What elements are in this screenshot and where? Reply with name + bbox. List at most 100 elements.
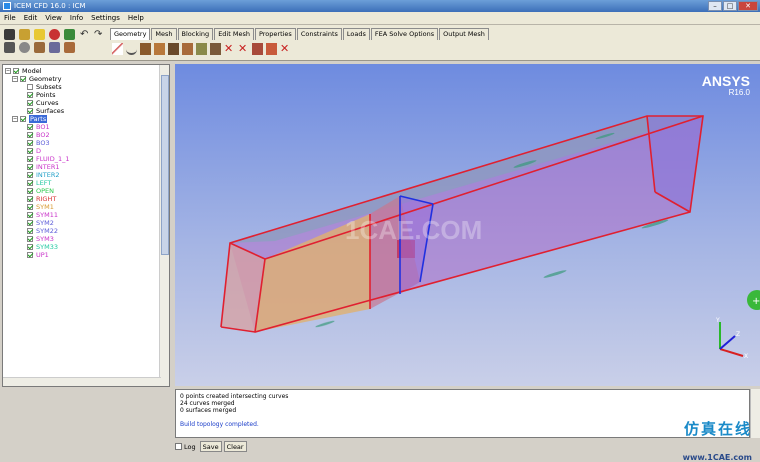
solid-icon[interactable] xyxy=(64,42,75,53)
tree-item-surfaces[interactable]: Surfaces xyxy=(5,107,157,115)
checkbox-icon[interactable] xyxy=(27,92,33,98)
tab-edit-mesh[interactable]: Edit Mesh xyxy=(214,28,254,40)
menu-file[interactable]: File xyxy=(4,14,16,22)
tree-item-part[interactable]: RIGHT xyxy=(5,195,157,203)
checkbox-icon[interactable] xyxy=(27,212,33,218)
tree-item-points[interactable]: Points xyxy=(5,91,157,99)
collapse-icon[interactable]: − xyxy=(5,68,11,74)
tree-item-part[interactable]: SYM11 xyxy=(5,211,157,219)
tree-item-part[interactable]: OPEN xyxy=(5,187,157,195)
menu-info[interactable]: Info xyxy=(70,14,83,22)
tab-blocking[interactable]: Blocking xyxy=(177,28,214,40)
tree-item-part[interactable]: SYM1 xyxy=(5,203,157,211)
tree-horizontal-scrollbar[interactable] xyxy=(3,377,161,386)
tree-item-geometry[interactable]: − Geometry xyxy=(5,75,157,83)
tree-item-part[interactable]: SYM3 xyxy=(5,235,157,243)
tree-vertical-scrollbar[interactable] xyxy=(159,65,169,386)
tree-item-part[interactable]: D xyxy=(5,147,157,155)
measure-icon[interactable] xyxy=(34,42,45,53)
restore-icon[interactable] xyxy=(210,43,221,55)
checkbox-icon[interactable] xyxy=(27,156,33,162)
checkbox-icon[interactable] xyxy=(27,196,33,202)
repair-geometry-icon[interactable] xyxy=(182,43,193,55)
tree-item-parts[interactable]: − Parts xyxy=(5,115,157,123)
tree-item-part[interactable]: INTER1 xyxy=(5,163,157,171)
tree-item-curves[interactable]: Curves xyxy=(5,99,157,107)
create-body-icon[interactable] xyxy=(154,43,165,55)
scroll-thumb[interactable] xyxy=(161,75,169,255)
create-point-icon[interactable] xyxy=(112,43,123,55)
checkbox-icon[interactable] xyxy=(27,164,33,170)
clear-button[interactable]: Clear xyxy=(223,441,247,452)
record-icon[interactable] xyxy=(49,29,60,40)
save-icon[interactable] xyxy=(19,29,30,40)
tree-item-part[interactable]: UP1 xyxy=(5,251,157,259)
tab-geometry[interactable]: Geometry xyxy=(110,28,151,40)
tree-item-part[interactable]: LEFT xyxy=(5,179,157,187)
checkbox-icon[interactable] xyxy=(27,236,33,242)
menu-help[interactable]: Help xyxy=(128,14,144,22)
checkbox-icon[interactable] xyxy=(13,68,19,74)
delete-body-icon[interactable] xyxy=(266,43,277,55)
tree-item-part[interactable]: BO1 xyxy=(5,123,157,131)
tab-output-mesh[interactable]: Output Mesh xyxy=(439,28,489,40)
zoom-icon[interactable] xyxy=(19,42,30,53)
tree-item-part[interactable]: SYM22 xyxy=(5,227,157,235)
checkbox-icon[interactable] xyxy=(20,116,26,122)
fit-icon[interactable] xyxy=(4,42,15,53)
tab-fea-solve-options[interactable]: FEA Solve Options xyxy=(370,28,439,40)
delete-surface-icon[interactable] xyxy=(252,43,263,55)
checkbox-icon[interactable] xyxy=(27,124,33,130)
checkbox-icon[interactable] xyxy=(27,84,33,90)
create-surface-icon[interactable] xyxy=(140,43,151,55)
tab-constraints[interactable]: Constraints xyxy=(296,28,342,40)
checkbox-icon[interactable] xyxy=(27,108,33,114)
checkbox-icon[interactable] xyxy=(27,148,33,154)
tree-item-part[interactable]: BO2 xyxy=(5,131,157,139)
tree-item-subsets[interactable]: Subsets xyxy=(5,83,157,91)
redo-icon[interactable]: ↷ xyxy=(94,29,102,40)
create-curve-icon[interactable] xyxy=(126,43,137,55)
undo-icon[interactable]: ↶ xyxy=(80,29,88,40)
checkbox-icon[interactable] xyxy=(27,220,33,226)
surface-mesh-icon[interactable] xyxy=(168,43,179,55)
checkbox-icon[interactable] xyxy=(27,204,33,210)
tree-item-part[interactable]: BO3 xyxy=(5,139,157,147)
checkbox-icon[interactable] xyxy=(20,76,26,82)
open-icon[interactable] xyxy=(4,29,15,40)
tree-item-part[interactable]: SYM33 xyxy=(5,243,157,251)
3d-viewport[interactable]: Y X Z + 1CAE.COM ANSYS R16.0 xyxy=(175,64,760,386)
tab-loads[interactable]: Loads xyxy=(342,28,370,40)
menu-view[interactable]: View xyxy=(45,14,62,22)
checkbox-icon[interactable] xyxy=(27,188,33,194)
transform-icon[interactable] xyxy=(196,43,207,55)
delete-any-icon[interactable]: ✕ xyxy=(280,43,291,55)
checkbox-icon[interactable] xyxy=(27,180,33,186)
menu-edit[interactable]: Edit xyxy=(24,14,38,22)
tree-item-part[interactable]: SYM2 xyxy=(5,219,157,227)
geometry-view[interactable]: Y X Z + 1CAE.COM xyxy=(175,64,760,386)
log-checkbox[interactable] xyxy=(175,443,182,450)
close-button[interactable]: ✕ xyxy=(738,1,758,11)
collapse-icon[interactable]: − xyxy=(12,76,18,82)
wireframe-icon[interactable] xyxy=(49,42,60,53)
maximize-button[interactable]: □ xyxy=(723,1,737,11)
delete-point-icon[interactable]: ✕ xyxy=(224,43,235,55)
collapse-icon[interactable]: − xyxy=(12,116,18,122)
checkbox-icon[interactable] xyxy=(27,252,33,258)
lightning-icon[interactable] xyxy=(34,29,45,40)
checkbox-icon[interactable] xyxy=(27,172,33,178)
tab-mesh[interactable]: Mesh xyxy=(151,28,177,40)
checkbox-icon[interactable] xyxy=(27,228,33,234)
delete-curve-icon[interactable]: ✕ xyxy=(238,43,249,55)
save-button[interactable]: Save xyxy=(199,441,222,452)
checkbox-icon[interactable] xyxy=(27,100,33,106)
minimize-button[interactable]: – xyxy=(708,1,722,11)
display-icon[interactable] xyxy=(64,29,75,40)
checkbox-icon[interactable] xyxy=(27,244,33,250)
tree-item-part[interactable]: FLUID_1_1 xyxy=(5,155,157,163)
checkbox-icon[interactable] xyxy=(27,132,33,138)
tab-properties[interactable]: Properties xyxy=(254,28,296,40)
tree-item-part[interactable]: INTER2 xyxy=(5,171,157,179)
tree-item-model[interactable]: − Model xyxy=(5,67,157,75)
